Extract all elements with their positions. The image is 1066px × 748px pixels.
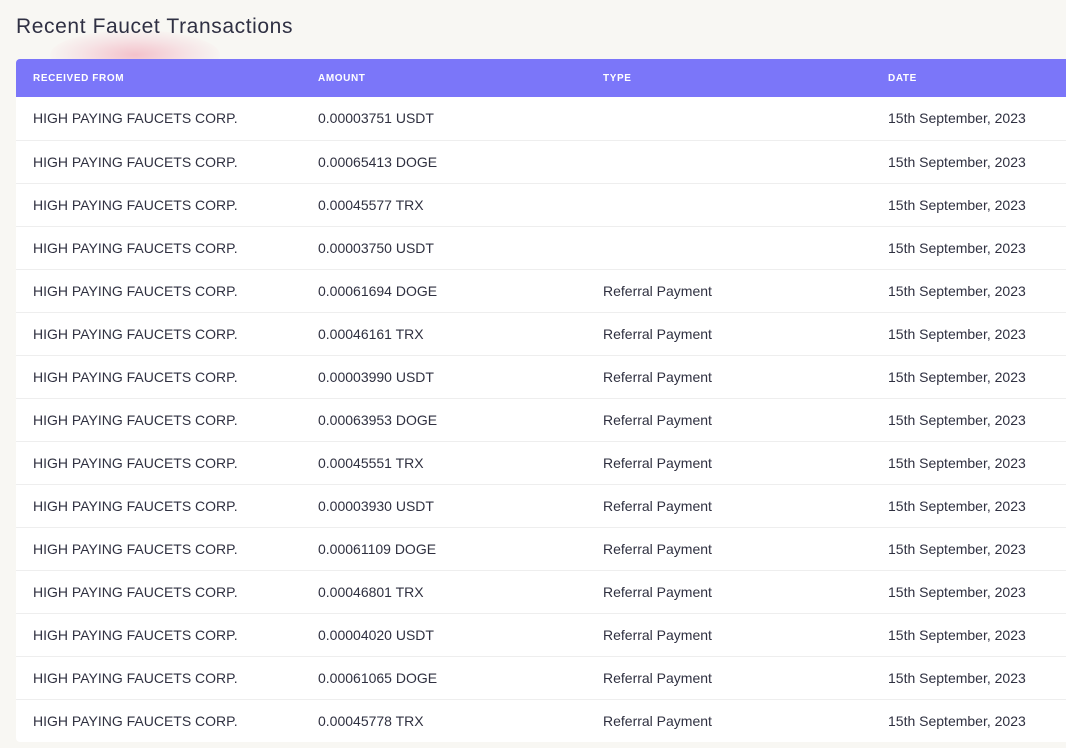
table-row: HIGH PAYING FAUCETS CORP. 0.00063953 DOGE… — [16, 398, 1066, 442]
cell-date: 15th September, 2023 — [871, 613, 1066, 657]
cell-received-from: HIGH PAYING FAUCETS CORP. — [16, 570, 301, 614]
cell-date: 15th September, 2023 — [871, 355, 1066, 399]
cell-received-from: HIGH PAYING FAUCETS CORP. — [16, 226, 301, 270]
column-header-amount: AMOUNT — [318, 72, 366, 84]
cell-amount: 0.00061109 DOGE — [301, 527, 586, 571]
cell-date: 15th September, 2023 — [871, 97, 1066, 141]
cell-type: Referral Payment — [586, 398, 871, 442]
cell-amount: 0.00046161 TRX — [301, 312, 586, 356]
cell-type: Referral Payment — [586, 484, 871, 528]
table-row: HIGH PAYING FAUCETS CORP. 0.00003990 USDT… — [16, 355, 1066, 399]
cell-type: Referral Payment — [586, 570, 871, 614]
cell-date: 15th September, 2023 — [871, 269, 1066, 313]
cell-date: 15th September, 2023 — [871, 656, 1066, 700]
cell-type — [586, 97, 871, 141]
cell-type: Referral Payment — [586, 527, 871, 571]
table-header: RECEIVED FROM AMOUNT TYPE DATE — [16, 59, 1066, 97]
cell-received-from: HIGH PAYING FAUCETS CORP. — [16, 398, 301, 442]
cell-amount: 0.00003751 USDT — [301, 97, 586, 141]
cell-amount: 0.00003930 USDT — [301, 484, 586, 528]
cell-received-from: HIGH PAYING FAUCETS CORP. — [16, 527, 301, 571]
cell-received-from: HIGH PAYING FAUCETS CORP. — [16, 656, 301, 700]
table-row: HIGH PAYING FAUCETS CORP. 0.00061109 DOGE… — [16, 527, 1066, 571]
cell-amount: 0.00003990 USDT — [301, 355, 586, 399]
cell-type — [586, 140, 871, 184]
cell-amount: 0.00061694 DOGE — [301, 269, 586, 313]
cell-amount: 0.00046801 TRX — [301, 570, 586, 614]
table-row: HIGH PAYING FAUCETS CORP. 0.00003930 USDT… — [16, 484, 1066, 528]
column-header-type: TYPE — [603, 72, 632, 84]
transactions-page: Recent Faucet Transactions RECEIVED FROM… — [0, 0, 1066, 748]
table-row: HIGH PAYING FAUCETS CORP. 0.00046801 TRX R… — [16, 570, 1066, 614]
page-title: Recent Faucet Transactions — [16, 15, 294, 38]
cell-type: Referral Payment — [603, 712, 712, 729]
cell-amount: 0.00045551 TRX — [301, 441, 586, 485]
cell-received-from: HIGH PAYING FAUCETS CORP. — [16, 355, 301, 399]
table-row: HIGH PAYING FAUCETS CORP. 0.00045551 TRX R… — [16, 441, 1066, 485]
cell-date: 15th September, 2023 — [871, 183, 1066, 227]
cell-date: 15th September, 2023 — [871, 484, 1066, 528]
table-row: HIGH PAYING FAUCETS CORP. 0.00046161 TRX R… — [16, 312, 1066, 356]
cell-type: Referral Payment — [586, 613, 871, 657]
cell-received-from: HIGH PAYING FAUCETS CORP. — [16, 312, 301, 356]
table-row: HIGH PAYING FAUCETS CORP. 0.00061694 DOGE… — [16, 269, 1066, 313]
cell-amount: 0.00003750 USDT — [301, 226, 586, 270]
table-body: HIGH PAYING FAUCETS CORP. 0.00003751 USDT… — [16, 97, 1066, 742]
cell-amount: 0.00061065 DOGE — [301, 656, 586, 700]
cell-date: 15th September, 2023 — [888, 712, 1026, 729]
cell-received-from: HIGH PAYING FAUCETS CORP. — [16, 484, 301, 528]
cell-amount: 0.00004020 USDT — [301, 613, 586, 657]
cell-amount: 0.00063953 DOGE — [301, 398, 586, 442]
cell-type: Referral Payment — [586, 355, 871, 399]
cell-date: 15th September, 2023 — [871, 570, 1066, 614]
cell-date: 15th September, 2023 — [871, 226, 1066, 270]
table-row: HIGH PAYING FAUCETS CORP. 0.00045778 TRX R… — [16, 699, 1066, 742]
cell-type: Referral Payment — [586, 269, 871, 313]
column-header-date: DATE — [888, 72, 917, 84]
cell-amount: 0.00045778 TRX — [318, 712, 424, 729]
cell-received-from: HIGH PAYING FAUCETS CORP. — [16, 613, 301, 657]
table-row: HIGH PAYING FAUCETS CORP. 0.00045577 TRX 1… — [16, 183, 1066, 227]
table-row: HIGH PAYING FAUCETS CORP. 0.00004020 USDT… — [16, 613, 1066, 657]
cell-amount: 0.00065413 DOGE — [301, 140, 586, 184]
table-row: HIGH PAYING FAUCETS CORP. 0.00065413 DOGE… — [16, 140, 1066, 184]
cell-date: 15th September, 2023 — [871, 312, 1066, 356]
cell-type — [586, 183, 871, 227]
table-row: HIGH PAYING FAUCETS CORP. 0.00061065 DOGE… — [16, 656, 1066, 700]
table-row: HIGH PAYING FAUCETS CORP. 0.00003750 USDT… — [16, 226, 1066, 270]
cell-type: Referral Payment — [586, 441, 871, 485]
cell-received-from: HIGH PAYING FAUCETS CORP. — [16, 97, 301, 141]
cell-type — [586, 226, 871, 270]
cell-received-from: HIGH PAYING FAUCETS CORP. — [16, 183, 301, 227]
cell-received-from: HIGH PAYING FAUCETS CORP. — [16, 269, 301, 313]
cell-date: 15th September, 2023 — [871, 441, 1066, 485]
cell-date: 15th September, 2023 — [871, 140, 1066, 184]
cell-date: 15th September, 2023 — [871, 398, 1066, 442]
transactions-table: RECEIVED FROM AMOUNT TYPE DATE HIGH PAYI… — [16, 59, 1066, 742]
cell-received-from: HIGH PAYING FAUCETS CORP. — [16, 140, 301, 184]
cell-type: Referral Payment — [586, 312, 871, 356]
cell-date: 15th September, 2023 — [871, 527, 1066, 571]
column-header-received-from: RECEIVED FROM — [33, 72, 125, 84]
cell-received-from: HIGH PAYING FAUCETS CORP. — [33, 712, 238, 729]
transactions-table-container: RECEIVED FROM AMOUNT TYPE DATE HIGH PAYI… — [16, 59, 1066, 742]
table-header-row: RECEIVED FROM AMOUNT TYPE DATE — [16, 59, 1066, 97]
table-row: HIGH PAYING FAUCETS CORP. 0.00003751 USDT… — [16, 97, 1066, 141]
cell-received-from: HIGH PAYING FAUCETS CORP. — [16, 441, 301, 485]
cell-type: Referral Payment — [586, 656, 871, 700]
cell-amount: 0.00045577 TRX — [301, 183, 586, 227]
